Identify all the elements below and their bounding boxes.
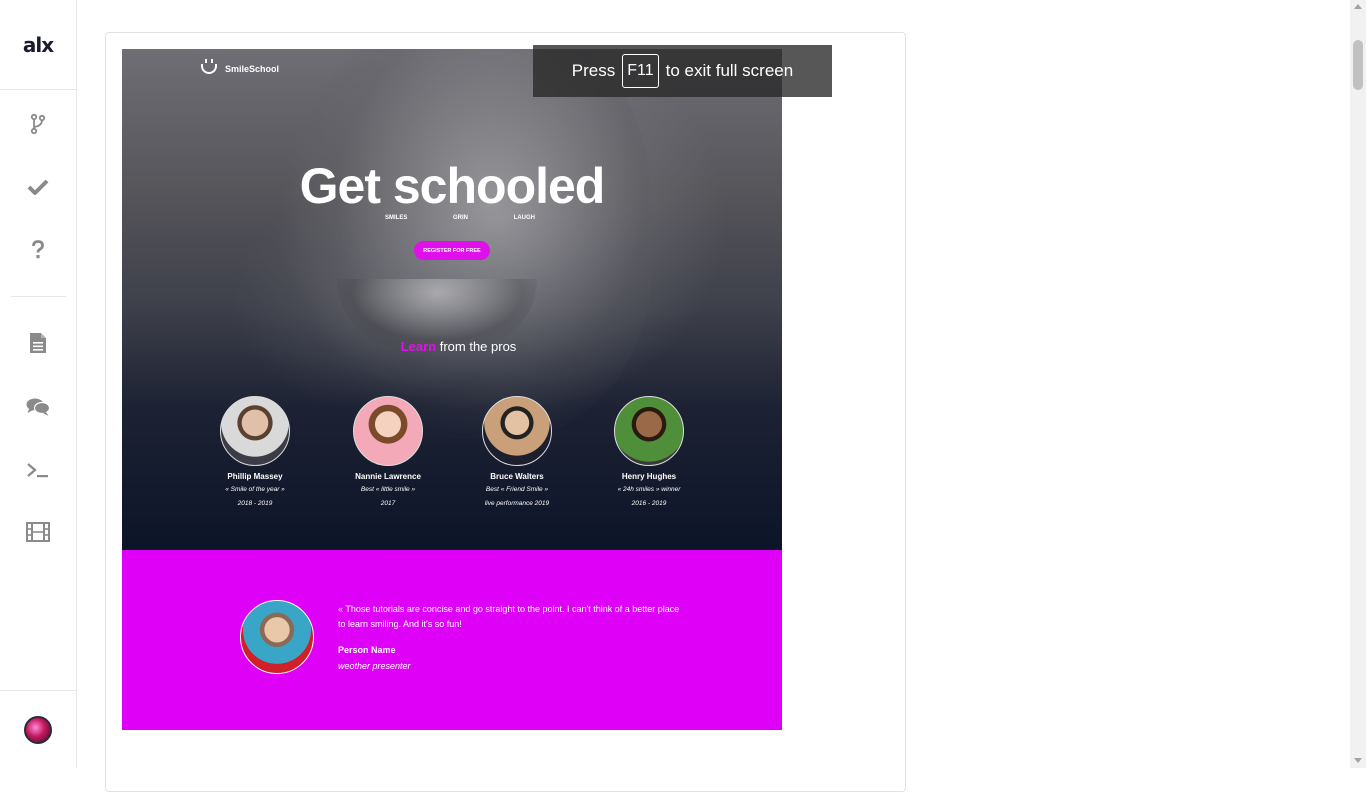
left-sidebar: alx bbox=[0, 0, 77, 768]
fullscreen-notice-after: to exit full screen bbox=[665, 61, 794, 80]
pro-card: Nannie Lawrence Best « little smile » 20… bbox=[328, 396, 448, 509]
terminal-icon bbox=[27, 463, 48, 478]
learn-rest: from the pros bbox=[439, 339, 517, 354]
pro-award: Best « Friend Smile » bbox=[485, 486, 549, 493]
sidebar-item-branch[interactable] bbox=[0, 104, 76, 144]
testimonial-role: weother presenter bbox=[338, 661, 411, 671]
pro-years: live performance 2019 bbox=[484, 500, 550, 507]
pro-name: Phillip Massey bbox=[227, 472, 283, 481]
branch-icon bbox=[30, 113, 46, 135]
checkmark-icon bbox=[27, 179, 49, 195]
fullscreen-notice: Press F11 to exit full screen bbox=[533, 45, 832, 97]
logo-text: alx bbox=[22, 32, 54, 57]
pro-avatar bbox=[353, 396, 423, 466]
pro-card: Henry Hughes « 24h smiles » winner 2016 … bbox=[589, 396, 709, 509]
sidebar-item-discussions[interactable] bbox=[0, 387, 76, 427]
brand-name: SmileSchool bbox=[225, 64, 280, 74]
testimonial-quote: « Those tutorials are concise and go str… bbox=[338, 604, 680, 629]
sidebar-item-videos[interactable] bbox=[0, 512, 76, 552]
page-scrollbar[interactable] bbox=[1350, 0, 1366, 768]
pro-card: Bruce Walters Best « Friend Smile » live… bbox=[457, 396, 577, 509]
scrollbar-thumb[interactable] bbox=[1353, 40, 1363, 90]
pro-years: 2018 - 2019 bbox=[237, 500, 273, 507]
hero-title: Get schooled bbox=[299, 158, 606, 214]
pro-card: Phillip Massey « Smile of the year » 201… bbox=[195, 396, 315, 509]
pro-avatar bbox=[482, 396, 552, 466]
f11-key: F11 bbox=[622, 54, 659, 88]
testimonial-avatar bbox=[240, 600, 314, 674]
testimonial-section: « Those tutorials are concise and go str… bbox=[122, 550, 782, 730]
sidebar-item-tasks[interactable] bbox=[0, 167, 76, 207]
brand-logo: SmileSchool bbox=[201, 59, 280, 74]
pro-award: « Smile of the year » bbox=[225, 486, 285, 493]
pro-avatar bbox=[614, 396, 684, 466]
user-avatar[interactable] bbox=[24, 715, 52, 744]
fullscreen-notice-before: Press bbox=[571, 61, 616, 80]
pro-name: Henry Hughes bbox=[621, 472, 677, 481]
pro-award: « 24h smiles » winner bbox=[617, 486, 681, 493]
design-preview-image: SmileSchool Get schooled SMILES GRIN LAU… bbox=[122, 49, 782, 730]
pro-years: 2017 bbox=[380, 500, 396, 507]
pro-name: Nannie Lawrence bbox=[355, 472, 421, 481]
smile-logo-icon bbox=[201, 59, 217, 74]
pro-award: Best « little smile » bbox=[360, 486, 416, 493]
chat-icon bbox=[26, 398, 50, 416]
film-icon bbox=[26, 522, 50, 542]
subtitle-item: GRIN bbox=[453, 215, 468, 221]
profile-area bbox=[0, 690, 76, 768]
scroll-up-arrow-icon[interactable] bbox=[1354, 4, 1362, 9]
hero-subtitles: SMILES GRIN LAUGH bbox=[385, 215, 535, 221]
subtitle-item: LAUGH bbox=[513, 215, 535, 221]
pro-years: 2016 - 2019 bbox=[631, 500, 667, 507]
sidebar-item-sandbox[interactable] bbox=[0, 450, 76, 490]
pro-avatar bbox=[220, 396, 290, 466]
sidebar-divider bbox=[11, 296, 66, 297]
testimonial-name: Person Name bbox=[338, 645, 396, 655]
scroll-down-arrow-icon[interactable] bbox=[1354, 758, 1362, 763]
alx-logo[interactable]: alx bbox=[0, 0, 76, 90]
learn-accent: Learn bbox=[400, 339, 437, 354]
pro-name: Bruce Walters bbox=[490, 472, 544, 481]
learn-heading: Learn from the pros bbox=[122, 339, 782, 354]
subtitle-item: SMILES bbox=[385, 215, 408, 221]
register-button: REGISTER FOR FREE bbox=[414, 241, 490, 260]
sidebar-item-documents[interactable] bbox=[0, 323, 76, 363]
question-icon bbox=[32, 240, 44, 259]
sidebar-item-help[interactable] bbox=[0, 230, 76, 270]
document-icon bbox=[30, 333, 46, 353]
hero-section: SmileSchool Get schooled SMILES GRIN LAU… bbox=[122, 49, 782, 550]
